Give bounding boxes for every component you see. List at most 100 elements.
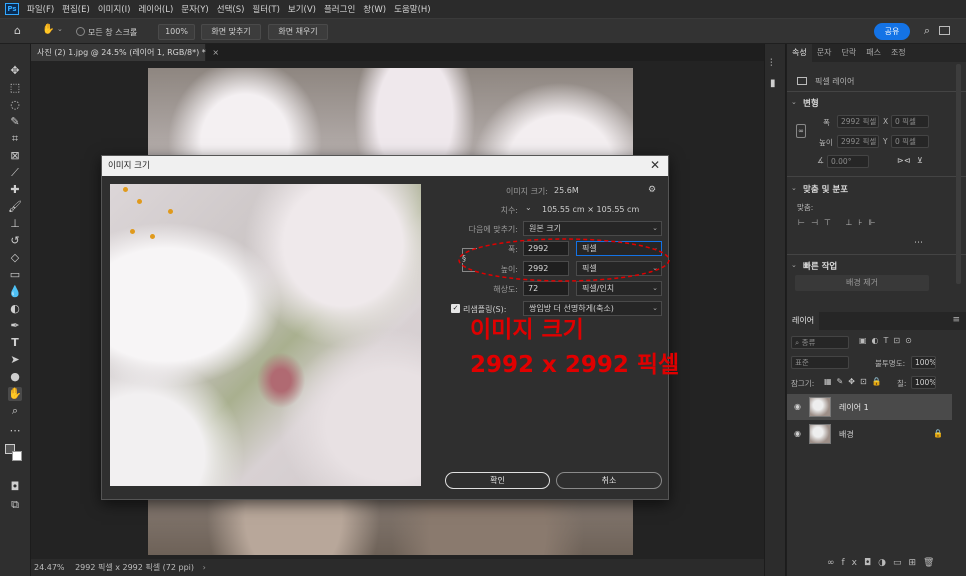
fill-field[interactable]: 100%	[911, 376, 936, 389]
frame-tool-icon[interactable]: ⊠	[8, 149, 22, 163]
w-field[interactable]: 2992 픽셀	[837, 115, 879, 128]
menu-help[interactable]: 도움말(H)	[394, 3, 430, 15]
layer-name[interactable]: 레이어 1	[839, 402, 869, 413]
fit-screen-button[interactable]: 화면 맞추기	[201, 24, 261, 40]
menu-filter[interactable]: 필터(T)	[252, 3, 279, 15]
history-brush-tool-icon[interactable]: ↺	[8, 234, 22, 248]
panel-scrollbar[interactable]	[956, 64, 961, 284]
tab-layers[interactable]: 레이어	[787, 312, 820, 330]
layer-filter-icons[interactable]: ▣◐T⊡⊙	[859, 336, 917, 345]
more-options-icon[interactable]: ⋯	[914, 238, 923, 248]
stamen-dot	[150, 234, 155, 239]
angle-field[interactable]: 0.00°	[827, 155, 869, 168]
menu-type[interactable]: 문자(Y)	[181, 3, 208, 15]
lasso-tool-icon[interactable]: ◌	[8, 98, 22, 112]
lock-icon[interactable]: 🔒	[933, 429, 943, 438]
transform-collapse-icon[interactable]: ⌄	[791, 98, 797, 106]
comments-panel-icon[interactable]: ▮	[770, 78, 776, 89]
document-tab-close-icon[interactable]: ×	[212, 48, 219, 57]
menu-view[interactable]: 보기(V)	[288, 3, 316, 15]
path-select-tool-icon[interactable]: ➤	[8, 353, 22, 367]
dialog-close-icon[interactable]: ✕	[648, 158, 662, 172]
dimensions-chevron-icon[interactable]: ⌄	[525, 203, 532, 212]
menu-file[interactable]: 파일(F)	[27, 3, 54, 15]
fit-to-select[interactable]: 원본 크기 ⌄	[523, 221, 662, 236]
settings-gear-icon[interactable]: ⚙	[648, 185, 656, 195]
blur-tool-icon[interactable]: 💧	[8, 285, 22, 299]
remove-background-button[interactable]: 배경 제거	[795, 275, 929, 291]
layer-kind-filter[interactable]: ⌕ 종류	[791, 336, 849, 349]
zoom-100-button[interactable]: 100%	[158, 24, 195, 40]
tab-properties[interactable]: 속성	[787, 44, 812, 62]
quick-mask-icon[interactable]: ◘	[8, 480, 22, 494]
gradient-tool-icon[interactable]: ▭	[8, 268, 22, 282]
eyedropper-tool-icon[interactable]: ⟋	[8, 166, 22, 180]
divider	[787, 91, 966, 92]
crop-tool-icon[interactable]: ⌗	[8, 132, 22, 146]
tool-preset-chevron-icon[interactable]: ⌄	[57, 25, 63, 33]
x-field[interactable]: 0 픽셀	[891, 115, 929, 128]
brush-tool-icon[interactable]: 🖌	[8, 200, 22, 214]
align-collapse-icon[interactable]: ⌄	[791, 184, 797, 192]
visibility-eye-icon[interactable]: ◉	[794, 430, 804, 438]
more-tools-icon[interactable]: ⋯	[8, 424, 22, 438]
marquee-tool-icon[interactable]: ⬚	[8, 81, 22, 95]
y-field[interactable]: 0 픽셀	[891, 135, 929, 148]
layer-row-2[interactable]: ◉ 배경 🔒	[787, 421, 952, 447]
layer-name[interactable]: 배경	[839, 429, 854, 440]
menu-layer[interactable]: 레이어(L)	[138, 3, 173, 15]
h-field[interactable]: 2992 픽셀	[837, 135, 879, 148]
quick-actions-collapse-icon[interactable]: ⌄	[791, 261, 797, 269]
layers-footer-icons[interactable]: ∞fx◘◑▭⊞🗑	[827, 558, 941, 568]
menu-edit[interactable]: 편집(E)	[62, 3, 90, 15]
dodge-tool-icon[interactable]: ◐	[8, 302, 22, 316]
visibility-eye-icon[interactable]: ◉	[794, 403, 804, 411]
layers-menu-icon[interactable]: ≡	[952, 315, 960, 325]
ellipse-tool-icon[interactable]: ●	[8, 370, 22, 384]
ok-button[interactable]: 확인	[445, 472, 550, 489]
hand-tool-icon[interactable]: ✋	[8, 387, 22, 401]
menu-select[interactable]: 선택(S)	[217, 3, 245, 15]
healing-brush-tool-icon[interactable]: ✚	[8, 183, 22, 197]
align-buttons[interactable]: ⊢⊣⊤ ⊥⊦⊩	[798, 218, 882, 227]
cancel-button[interactable]: 취소	[556, 472, 662, 489]
home-icon[interactable]: ⌂	[14, 24, 21, 37]
dimensions-label: 치수:	[500, 206, 518, 215]
layer-row-1[interactable]: ◉ 레이어 1	[787, 394, 952, 420]
clone-stamp-tool-icon[interactable]: ⊥	[8, 217, 22, 231]
type-tool-icon[interactable]: T	[8, 336, 22, 350]
link-proportions-icon[interactable]: ∞	[796, 124, 806, 138]
workspace-icon[interactable]	[939, 26, 950, 35]
tab-paragraph[interactable]: 단락	[836, 44, 861, 62]
opacity-field[interactable]: 100%	[911, 356, 936, 369]
menu-image[interactable]: 이미지(I)	[98, 3, 131, 15]
status-chevron-icon[interactable]: ›	[203, 563, 206, 572]
tab-paths[interactable]: 패스	[861, 44, 886, 62]
background-color-swatch[interactable]	[12, 451, 22, 461]
image-preview[interactable]	[110, 184, 421, 486]
menu-plugins[interactable]: 플러그인	[324, 3, 355, 15]
eraser-tool-icon[interactable]: ◇	[8, 251, 22, 265]
pen-tool-icon[interactable]: ✒	[8, 319, 22, 333]
fit-to-label: 다음에 맞추기:	[468, 225, 518, 234]
zoom-level[interactable]: 24.47%	[34, 563, 65, 572]
properties-panel-icon[interactable]: ⫶	[770, 58, 773, 69]
menu-window[interactable]: 창(W)	[363, 3, 386, 15]
blend-mode-select[interactable]: 표준	[791, 356, 849, 369]
quick-select-tool-icon[interactable]: ✎	[8, 115, 22, 129]
dimensions-value: 105.55 cm × 105.55 cm	[542, 205, 640, 214]
zoom-tool-icon[interactable]: ⌕	[8, 404, 22, 418]
flip-horizontal-icon[interactable]: ⊳⊲	[897, 156, 910, 165]
move-tool-icon[interactable]: ✥	[8, 64, 22, 78]
tab-character[interactable]: 문자	[812, 44, 837, 62]
lock-icons[interactable]: ▦✎✥⊡🔒	[824, 377, 887, 386]
search-icon[interactable]: ⌕	[924, 24, 930, 38]
resample-checkbox[interactable]: ✓	[451, 304, 460, 313]
fill-screen-button[interactable]: 화면 채우기	[268, 24, 328, 40]
scroll-all-checkbox[interactable]	[76, 27, 85, 36]
document-tab[interactable]: 사진 (2) 1.jpg @ 24.5% (레이어 1, RGB/8*) * ×	[31, 44, 219, 61]
tab-adjustments[interactable]: 조정	[886, 44, 911, 62]
share-button[interactable]: 공유	[874, 23, 910, 40]
flip-vertical-icon[interactable]: ⊻	[917, 156, 923, 165]
screen-mode-icon[interactable]: ⧉	[8, 498, 22, 512]
